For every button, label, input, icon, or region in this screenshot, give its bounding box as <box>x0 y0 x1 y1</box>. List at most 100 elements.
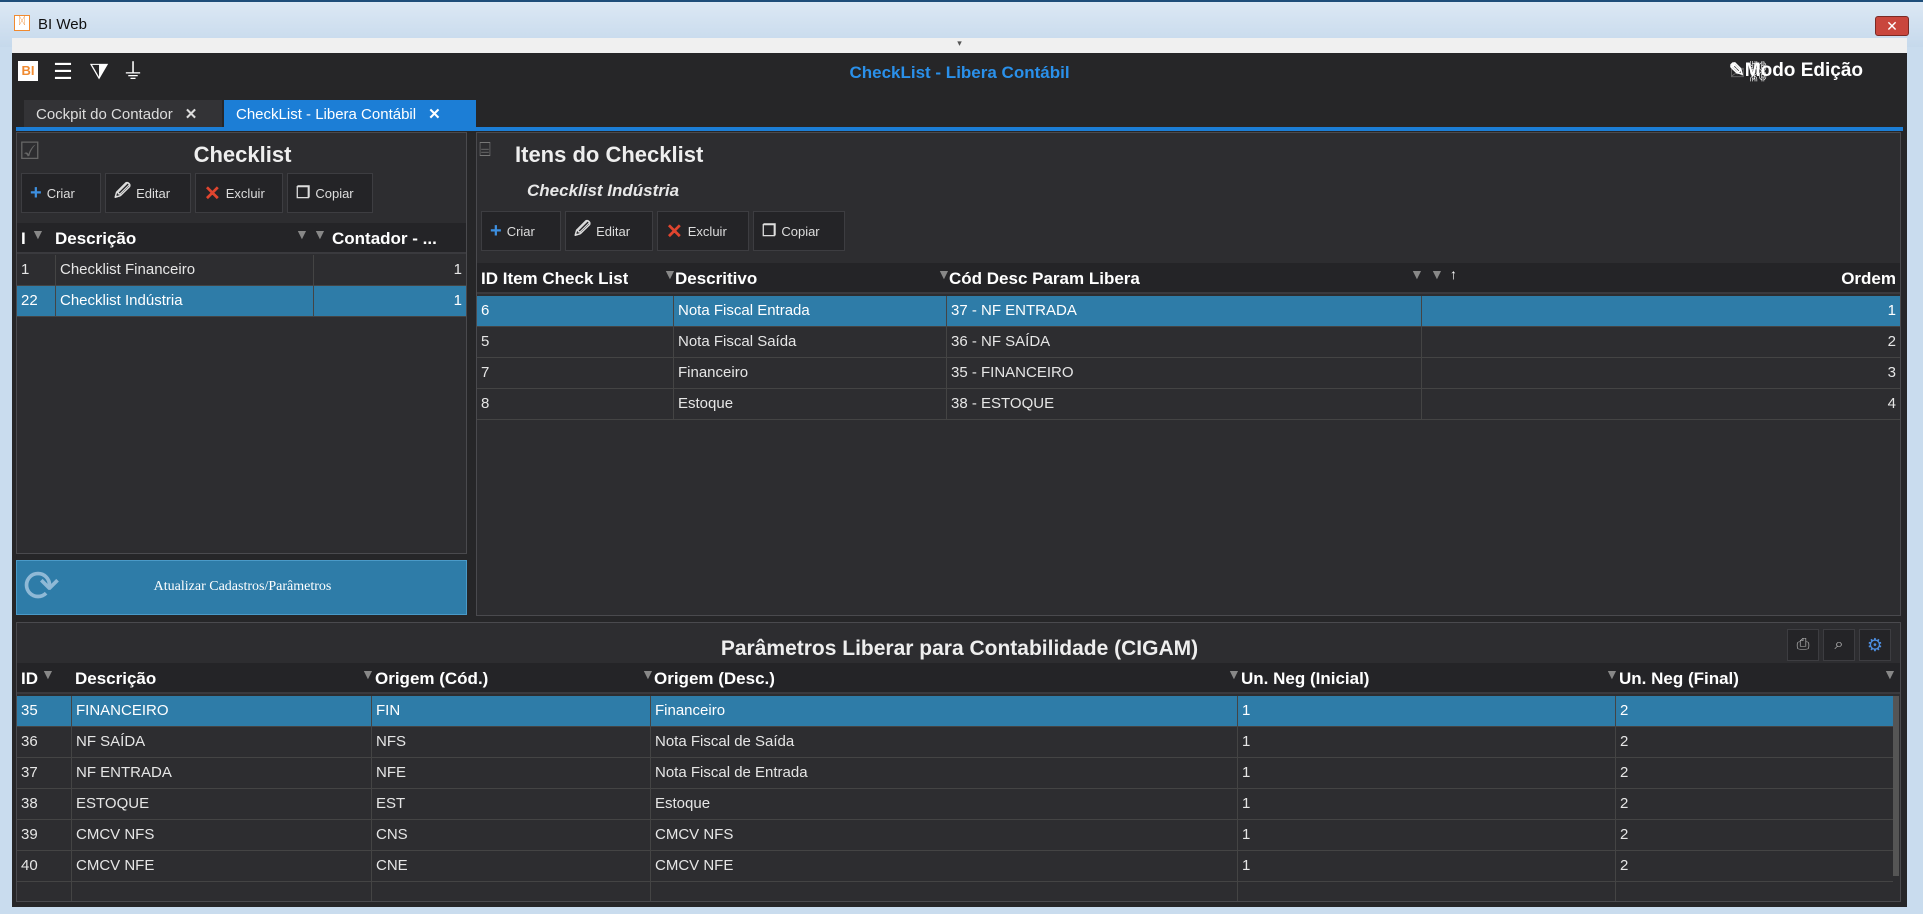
col-descritivo[interactable]: Descritivo <box>675 269 757 289</box>
close-tab-icon[interactable]: ✕ <box>185 106 198 123</box>
cell: 1 <box>1237 789 1615 820</box>
delete-button[interactable]: ✕ Excluir <box>657 211 749 251</box>
col-origem-desc[interactable]: Origem (Desc.) <box>654 669 775 689</box>
table-row[interactable]: 40 CMCV NFE CNE CMCV NFE 1 2 <box>17 851 1893 882</box>
copy-button[interactable]: ❐ Copiar <box>753 211 845 251</box>
table-row[interactable]: 38 ESTOQUE EST Estoque 1 2 <box>17 789 1893 820</box>
app-logo-icon: ᛞ <box>14 15 30 31</box>
table-row[interactable]: 39 CMCV NFS CNS CMCV NFS 1 2 <box>17 820 1893 851</box>
filter-icon[interactable]: ▼ <box>641 666 655 682</box>
create-button[interactable]: + Criar <box>21 173 101 213</box>
settings-button[interactable]: ⚙ <box>1859 629 1891 661</box>
tab-cockpit[interactable]: Cockpit do Contador ✕ <box>24 100 222 127</box>
cell: 1 <box>1237 758 1615 789</box>
cell: Nota Fiscal Saída <box>673 327 946 358</box>
filter-icon[interactable]: ▼ <box>31 226 45 242</box>
cell: 1 <box>1421 296 1900 327</box>
checklist-title: Checklist <box>193 142 292 167</box>
delete-button[interactable]: ✕ Excluir <box>195 173 283 213</box>
cell: 1 <box>1237 696 1615 727</box>
col-un-neg-final[interactable]: Un. Neg (Final) <box>1619 669 1739 689</box>
filter-icon[interactable]: ▼ <box>1883 666 1897 682</box>
cell: 2 <box>1421 327 1900 358</box>
cell: 8 <box>481 395 490 412</box>
collapse-strip[interactable]: ▾ <box>12 38 1907 53</box>
col-id[interactable]: ID <box>21 669 38 689</box>
col-ordem[interactable]: Ordem <box>1841 269 1896 289</box>
window-title: BI Web <box>38 16 87 33</box>
update-button[interactable]: ⟳ Atualizar Cadastros/Parâmetros <box>16 560 467 615</box>
sort-asc-icon[interactable]: ↑ <box>1450 266 1457 282</box>
cell <box>71 882 371 901</box>
params-title: Parâmetros Liberar para Contabilidade (C… <box>720 637 1199 660</box>
tab-checklist[interactable]: CheckList - Libera Contábil ✕ <box>224 100 476 127</box>
filter-icon[interactable]: ▼ <box>1410 266 1424 282</box>
col-un-neg-inicial[interactable]: Un. Neg (Inicial) <box>1241 669 1369 689</box>
copy-button[interactable]: ❐ Copiar <box>287 173 373 213</box>
print-button[interactable]: ⎙ <box>1787 629 1819 661</box>
filter-icon[interactable]: ▼ <box>1605 666 1619 682</box>
edit-button[interactable]: 🖉 Editar <box>565 211 653 251</box>
cell: Estoque <box>650 789 1237 820</box>
table-row[interactable]: 37 NF ENTRADA NFE Nota Fiscal de Entrada 1 2 <box>17 758 1893 789</box>
cell: 2 <box>1615 696 1893 727</box>
table-row[interactable]: 5 Nota Fiscal Saída 36 - NF SAÍDA 2 <box>477 327 1900 358</box>
cell: 2 <box>1615 758 1893 789</box>
cell: CMCV NFE <box>650 851 1237 882</box>
items-panel: ⌸ Itens do Checklist Checklist Indústria… <box>476 132 1901 616</box>
table-row[interactable]: 36 NF SAÍDA NFS Nota Fiscal de Saída 1 2 <box>17 727 1893 758</box>
filter-icon[interactable]: ▼ <box>295 226 309 242</box>
filter-icon[interactable]: ▼ <box>1430 266 1444 282</box>
cell: 1 <box>313 286 466 317</box>
cell: 35 <box>21 702 38 719</box>
col-origem-cod[interactable]: Origem (Cód.) <box>375 669 488 689</box>
table-row[interactable]: 22 Checklist Indústria 1 <box>17 286 466 317</box>
cell: ESTOQUE <box>71 789 371 820</box>
cell: CMCV NFS <box>650 820 1237 851</box>
cell: 1 <box>21 261 30 278</box>
app-title: CheckList - Libera Contábil <box>849 63 1070 82</box>
filter-icon[interactable]: ▼ <box>41 666 55 682</box>
edit-button[interactable]: 🖉 Editar <box>105 173 191 213</box>
col-cod-desc[interactable]: Cód Desc Param Libera <box>949 269 1140 289</box>
params-grid-header: ID ▼ Descrição ▼ Origem (Cód.) ▼ Origem … <box>17 663 1900 694</box>
vertical-scrollbar[interactable] <box>1893 696 1899 876</box>
cell <box>1237 882 1615 901</box>
table-row[interactable]: 1 Checklist Financeiro 1 <box>17 255 466 286</box>
col-contador[interactable]: Contador - ... <box>332 229 437 249</box>
edit-mode-button[interactable]: ✎Modo Edição <box>1729 59 1863 82</box>
col-id[interactable]: I <box>21 229 26 249</box>
col-id-item[interactable]: ID Item Check List <box>481 269 628 289</box>
cell: Checklist Financeiro <box>55 255 313 286</box>
items-title: Itens do Checklist <box>515 142 704 167</box>
item-list-icon: ⌸ <box>479 139 491 161</box>
table-row[interactable]: 6 Nota Fiscal Entrada 37 - NF ENTRADA 1 <box>477 296 1900 327</box>
table-row[interactable]: 35 FINANCEIRO FIN Financeiro 1 2 <box>17 696 1893 727</box>
col-descricao[interactable]: Descrição <box>55 229 136 249</box>
items-grid-header: ID Item Check List ▼ Descritivo ▼ Cód De… <box>477 263 1900 294</box>
filter-icon[interactable]: ▼ <box>361 666 375 682</box>
create-button[interactable]: + Criar <box>481 211 561 251</box>
cell: 36 - NF SAÍDA <box>946 327 1421 358</box>
cell: 38 <box>21 795 38 812</box>
col-descricao[interactable]: Descrição <box>75 669 156 689</box>
window-close-button[interactable]: ✕ <box>1875 16 1909 36</box>
copy-icon: ❐ <box>762 223 777 240</box>
cell: 37 - NF ENTRADA <box>946 296 1421 327</box>
checklist-grid-header: I ▼ Descrição ▼ ▼ Contador - ... <box>17 223 466 254</box>
cell: 38 - ESTOQUE <box>946 389 1421 420</box>
cell: CNE <box>371 851 650 882</box>
cell: 1 <box>1237 851 1615 882</box>
close-tab-icon[interactable]: ✕ <box>428 106 441 123</box>
cell: 39 <box>21 826 38 843</box>
cell: 5 <box>481 333 490 350</box>
cell: 22 <box>21 292 38 309</box>
table-row-partial[interactable] <box>17 882 1893 901</box>
cell: 1 <box>313 255 466 286</box>
filter-icon[interactable]: ▼ <box>1227 666 1241 682</box>
cell: 2 <box>1615 727 1893 758</box>
table-row[interactable]: 7 Financeiro 35 - FINANCEIRO 3 <box>477 358 1900 389</box>
zoom-button[interactable]: ⌕ <box>1823 629 1855 661</box>
filter-icon[interactable]: ▼ <box>313 226 327 242</box>
table-row[interactable]: 8 Estoque 38 - ESTOQUE 4 <box>477 389 1900 420</box>
